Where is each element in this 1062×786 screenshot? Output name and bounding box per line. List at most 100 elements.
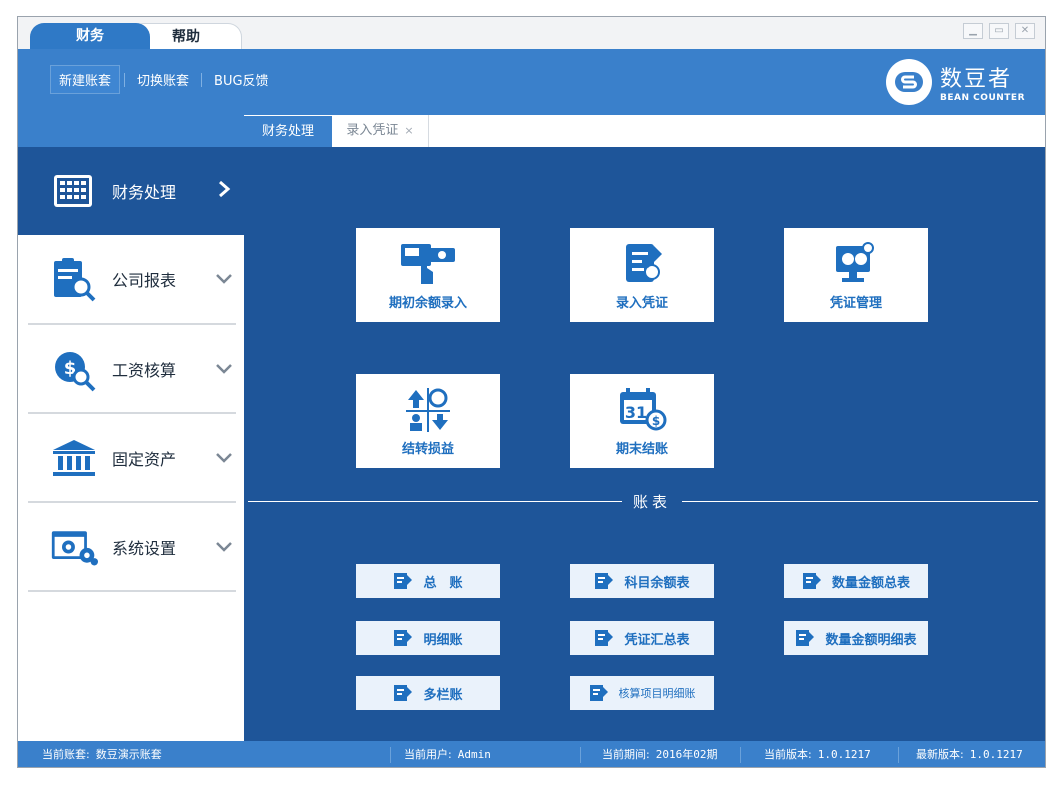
status-label: 最新版本: — [916, 748, 964, 761]
logo-title: 数豆者 — [940, 67, 1013, 92]
transfer-profit-loss-card[interactable]: 结转损益 — [356, 374, 500, 468]
toolbar-divider — [201, 72, 203, 87]
card-label: 凭证管理 — [829, 295, 882, 311]
title-bar: 帮助 财务 ▁ ▭ ✕ — [18, 17, 1045, 50]
report-label: 多栏账 — [423, 687, 463, 703]
transfer-arrows-icon — [398, 386, 458, 434]
ledger-pen-icon — [393, 571, 413, 591]
logo-subtitle: BEAN COUNTER — [940, 93, 1025, 103]
voucher-management-card[interactable]: 凭证管理 — [784, 228, 928, 322]
close-icon[interactable]: × — [404, 124, 413, 137]
status-divider — [740, 747, 741, 763]
svg-text:31: 31 — [625, 403, 647, 422]
ledger-pen-icon — [594, 571, 614, 591]
quantity-amount-summary-button[interactable]: 数量金额总表 — [784, 564, 928, 598]
bank-building-icon — [50, 434, 98, 482]
ledger-pen-icon — [594, 628, 614, 648]
chevron-down-icon — [212, 538, 236, 557]
status-label: 当前期间: — [602, 748, 650, 761]
status-label: 当前版本: — [764, 748, 812, 761]
new-account-button[interactable]: 新建账套 — [50, 65, 121, 94]
status-period: 当前期间: 2016年02期 — [602, 741, 718, 767]
report-label: 数量金额明细表 — [825, 632, 917, 648]
status-divider — [898, 747, 899, 763]
document-tabs: 财务处理 录入凭证 × — [244, 115, 1045, 148]
accounting-item-detail-button[interactable]: 核算项目明细账 — [570, 676, 714, 710]
restore-button[interactable]: ▭ — [989, 23, 1009, 39]
ledger-pen-icon — [589, 683, 609, 703]
sidebar-item-company-reports[interactable]: 公司报表 — [18, 235, 244, 323]
report-label: 凭证汇总表 — [624, 632, 690, 648]
status-divider — [390, 747, 391, 763]
report-label: 科目余额表 — [624, 575, 690, 591]
status-divider — [580, 747, 581, 763]
report-clipboard-icon — [50, 255, 98, 303]
status-value: 数豆演示账套 — [95, 748, 162, 761]
minimize-button[interactable]: ▁ — [963, 23, 983, 39]
main-area: 财务处理 公司报表 $ 工资核算 固定资产 系统设置 期初余额录入 录入凭证 凭… — [18, 147, 1045, 741]
status-bar: 当前账套: 数豆演示账套 当前用户: Admin 当前期间: 2016年02期 当前版… — [18, 741, 1045, 767]
enter-voucher-card[interactable]: 录入凭证 — [570, 228, 714, 322]
ledger-pen-icon — [802, 571, 822, 591]
sidebar-item-label: 财务处理 — [112, 183, 177, 202]
opening-balance-card[interactable]: 期初余额录入 — [356, 228, 500, 322]
status-latest-version: 最新版本: 1.0.1217 — [916, 741, 1023, 767]
window-controls: ▁ ▭ ✕ — [963, 23, 1035, 39]
status-user: 当前用户: Admin — [404, 741, 491, 767]
sidebar-item-label: 固定资产 — [112, 450, 177, 469]
chevron-down-icon — [212, 360, 236, 379]
report-label: 明细账 — [423, 632, 463, 648]
card-label: 结转损益 — [401, 441, 454, 457]
sidebar-item-label: 公司报表 — [112, 271, 177, 290]
settings-gears-icon — [50, 523, 98, 571]
card-label: 期末结账 — [615, 441, 668, 457]
tab-enter-voucher[interactable]: 录入凭证 × — [332, 115, 429, 147]
section-divider — [248, 501, 622, 502]
sidebar-item-fixed-assets[interactable]: 固定资产 — [18, 414, 244, 502]
bug-feedback-button[interactable]: BUG反馈 — [206, 66, 277, 93]
ledger-pen-icon — [393, 683, 413, 703]
section-title: 账表 — [632, 493, 671, 511]
status-account: 当前账套: 数豆演示账套 — [42, 741, 162, 767]
chevron-down-icon — [212, 270, 236, 289]
general-ledger-button[interactable]: 总 账 — [356, 564, 500, 598]
sidebar-divider — [28, 590, 236, 592]
sidebar-item-system-settings[interactable]: 系统设置 — [18, 503, 244, 591]
salary-coin-icon: $ — [50, 345, 98, 393]
card-label: 期初余额录入 — [388, 295, 467, 311]
chevron-right-icon — [212, 179, 236, 203]
status-value: 1.0.1217 — [969, 748, 1023, 761]
sidebar-item-label: 工资核算 — [112, 361, 177, 380]
detail-ledger-button[interactable]: 明细账 — [356, 621, 500, 655]
multi-column-ledger-button[interactable]: 多栏账 — [356, 676, 500, 710]
voucher-summary-button[interactable]: 凭证汇总表 — [570, 621, 714, 655]
sidebar-item-payroll[interactable]: $ 工资核算 — [18, 325, 244, 413]
report-label: 数量金额总表 — [831, 575, 910, 591]
quantity-amount-detail-button[interactable]: 数量金额明细表 — [784, 621, 928, 655]
switch-account-button[interactable]: 切换账套 — [129, 66, 197, 93]
toolbar: 新建账套 切换账套 BUG反馈 — [50, 65, 277, 94]
report-label: 总 账 — [423, 575, 463, 591]
menu-tab-finance[interactable]: 财务 — [30, 23, 150, 49]
brand-logo: 数豆者 BEAN COUNTER — [886, 59, 1025, 105]
status-label: 当前账套: — [42, 748, 90, 761]
calculator-icon — [50, 167, 98, 215]
calendar-31-icon: 31 $ — [612, 386, 672, 434]
logo-s-icon — [886, 59, 933, 105]
ledger-pen-icon — [795, 628, 815, 648]
status-value: 1.0.1217 — [817, 748, 871, 761]
content-panel: 期初余额录入 录入凭证 凭证管理 结转损益 31 $ 期末结账 账表 总 账 科… — [244, 147, 1045, 741]
tab-finance-processing[interactable]: 财务处理 — [244, 115, 332, 148]
account-balance-button[interactable]: 科目余额表 — [570, 564, 714, 598]
status-label: 当前用户: — [404, 748, 452, 761]
sidebar-item-finance[interactable]: 财务处理 — [18, 147, 244, 235]
status-value: 2016年02期 — [655, 748, 718, 761]
card-label: 录入凭证 — [615, 295, 668, 311]
chevron-down-icon — [212, 449, 236, 468]
monitor-money-icon — [826, 240, 886, 288]
header: 新建账套 切换账套 BUG反馈 数豆者 BEAN COUNTER 财务处理 录入… — [18, 49, 1045, 148]
section-divider — [682, 501, 1038, 502]
report-label: 核算项目明细账 — [618, 687, 696, 700]
close-button[interactable]: ✕ — [1015, 23, 1035, 39]
period-close-card[interactable]: 31 $ 期末结账 — [570, 374, 714, 468]
